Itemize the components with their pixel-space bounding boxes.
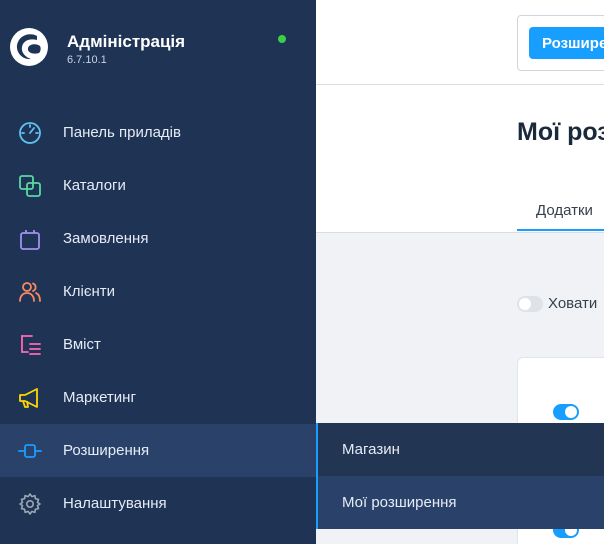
brand-version: 6.7.10.1 bbox=[67, 54, 107, 66]
sidebar-item-label: Вміст bbox=[63, 336, 101, 353]
gear-icon bbox=[18, 492, 42, 516]
sidebar-item-dashboard[interactable]: Панель приладів bbox=[0, 106, 316, 159]
sidebar-item-marketing[interactable]: Маркетинг bbox=[0, 371, 316, 424]
sidebar-item-label: Розширення bbox=[63, 442, 150, 459]
sidebar-item-label: Панель приладів bbox=[63, 124, 181, 141]
main-nav: Панель приладів Каталоги Замовлення Кліє… bbox=[0, 106, 316, 530]
status-dot bbox=[278, 35, 286, 43]
flyout-item-store[interactable]: Магазин bbox=[318, 423, 604, 476]
gauge-icon bbox=[18, 121, 42, 145]
shopware-logo-icon[interactable] bbox=[10, 28, 48, 66]
extensions-button[interactable]: Розширення bbox=[529, 27, 604, 59]
hide-toggle[interactable] bbox=[517, 296, 543, 312]
brand-header: Адміністрація 6.7.10.1 bbox=[0, 0, 316, 96]
extension-active-toggle[interactable] bbox=[553, 404, 579, 420]
header-divider bbox=[316, 232, 604, 233]
hide-toggle-label: Ховати bbox=[548, 295, 598, 312]
sidebar-item-catalogues[interactable]: Каталоги bbox=[0, 159, 316, 212]
tab-active-indicator bbox=[517, 229, 604, 231]
sidebar-item-customers[interactable]: Клієнти bbox=[0, 265, 316, 318]
page-title: Мої розширення bbox=[517, 118, 604, 146]
sidebar-item-label: Налаштування bbox=[63, 495, 167, 512]
sidebar-item-settings[interactable]: Налаштування bbox=[0, 477, 316, 530]
extensions-flyout-menu: Магазин Мої розширення bbox=[316, 423, 604, 529]
admin-sidebar: Адміністрація 6.7.10.1 Панель приладів К… bbox=[0, 0, 316, 544]
sidebar-item-content[interactable]: Вміст bbox=[0, 318, 316, 371]
sidebar-item-orders[interactable]: Замовлення bbox=[0, 212, 316, 265]
sidebar-item-label: Маркетинг bbox=[63, 389, 136, 406]
flyout-item-label: Магазин bbox=[342, 441, 400, 458]
plug-icon bbox=[18, 439, 42, 463]
shopping-bag-icon bbox=[18, 227, 42, 251]
flyout-item-label: Мої розширення bbox=[342, 494, 457, 511]
content-icon bbox=[18, 333, 42, 357]
users-icon bbox=[18, 280, 42, 304]
tab-apps[interactable]: Додатки bbox=[536, 202, 593, 219]
flyout-item-my-extensions[interactable]: Мої розширення bbox=[318, 476, 604, 529]
sidebar-item-extensions[interactable]: Розширення bbox=[0, 424, 316, 477]
sidebar-item-label: Клієнти bbox=[63, 283, 116, 300]
brand-title: Адміністрація bbox=[67, 32, 186, 51]
catalog-icon bbox=[18, 174, 42, 198]
sidebar-item-label: Замовлення bbox=[63, 230, 149, 247]
sidebar-item-label: Каталоги bbox=[63, 177, 126, 194]
megaphone-icon bbox=[18, 386, 42, 410]
